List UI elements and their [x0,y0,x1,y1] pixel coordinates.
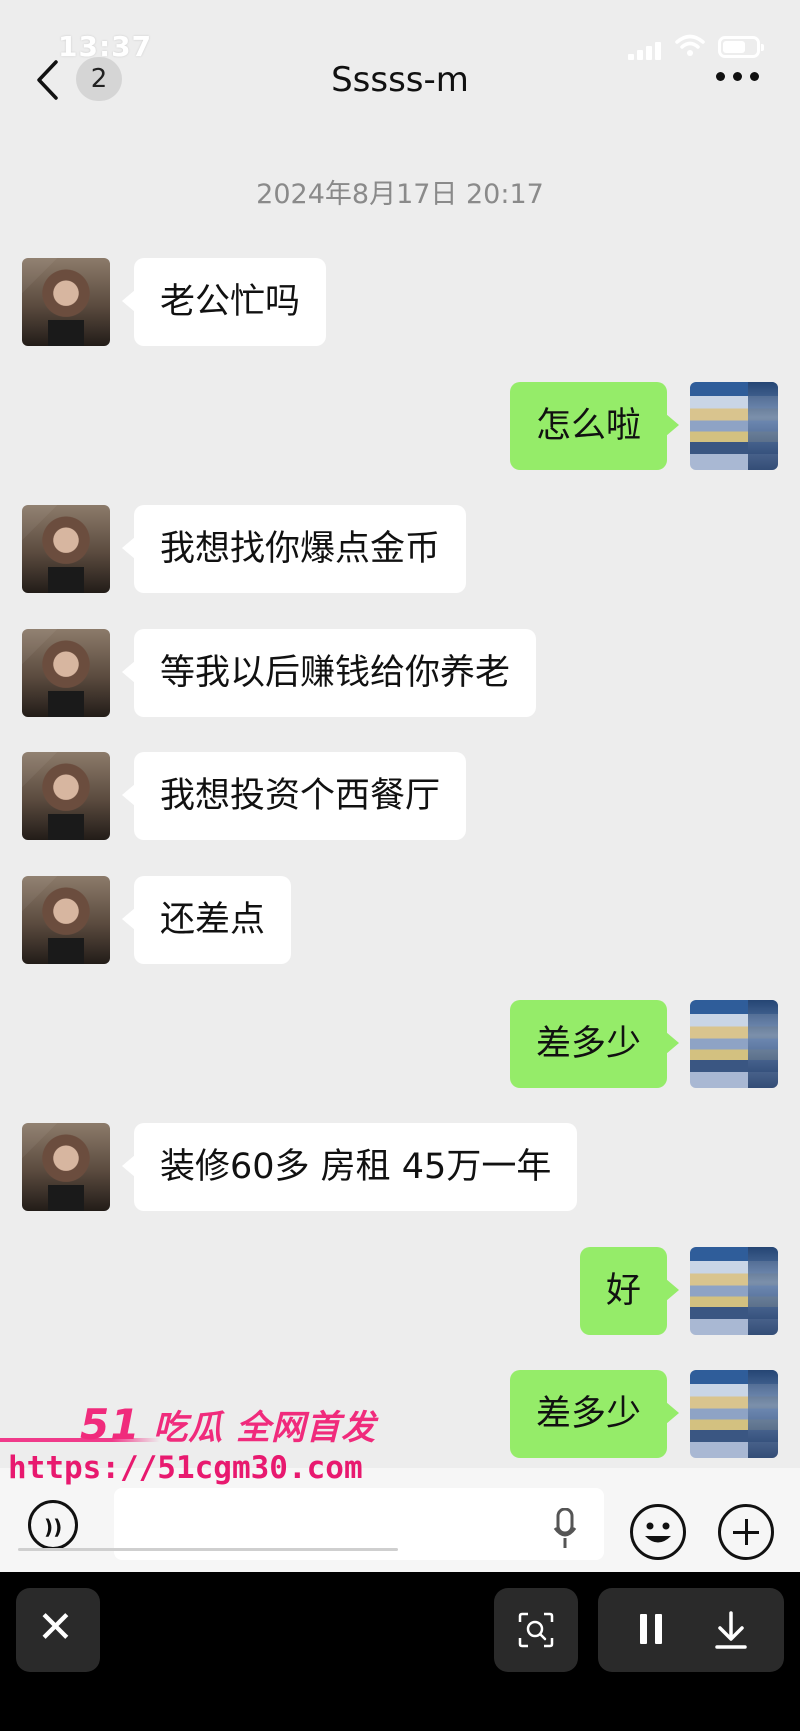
message-bubble[interactable]: 还差点 [121,876,292,964]
pause-icon[interactable] [640,1614,664,1644]
message-bubble[interactable]: 差多少 [509,1370,680,1458]
message-row: 怎么啦 [0,382,800,472]
watermark-number: 51 [80,1400,141,1449]
avatar[interactable] [22,505,110,593]
plus-icon[interactable] [718,1504,774,1560]
message-row: 好 [0,1247,800,1337]
emoji-icon[interactable] [630,1504,686,1560]
lens-icon [518,1612,554,1648]
message-bubble[interactable]: 好 [579,1247,680,1335]
battery-icon [718,36,764,58]
avatar[interactable] [690,1000,778,1088]
avatar[interactable] [22,752,110,840]
watermark-title: 51 吃瓜 全网首发 [80,1400,376,1449]
message-bubble[interactable]: 老公忙吗 [121,258,327,346]
message-row: 我想找你爆点金币 [0,505,800,595]
avatar[interactable] [690,1370,778,1458]
message-bubble[interactable]: 我想投资个西餐厅 [121,752,467,840]
avatar[interactable] [690,1247,778,1335]
voice-icon[interactable]: )) [28,1500,78,1550]
signal-icon [628,40,662,60]
wifi-icon [675,34,705,56]
message-bubble[interactable]: 怎么啦 [509,382,680,470]
watermark-text: 吃瓜 全网首发 [153,1408,377,1448]
message-bubble[interactable]: 装修60多 房租 45万一年 [121,1123,578,1211]
date-divider: 2024年8月17日 20:17 [256,179,544,210]
lens-button[interactable] [494,1588,578,1672]
message-row: 还差点 [0,876,800,966]
message-row: 等我以后赚钱给你养老 [0,629,800,719]
playback-controls [598,1588,784,1672]
avatar[interactable] [22,1123,110,1211]
message-row: 差多少 [0,1000,800,1090]
close-icon: ✕ [37,1602,74,1653]
avatar[interactable] [22,258,110,346]
watermark-url: https://51cgm30.com [8,1450,363,1486]
more-dots-icon[interactable] [716,72,760,84]
avatar[interactable] [22,876,110,964]
avatar[interactable] [22,629,110,717]
message-bubble[interactable]: 差多少 [509,1000,680,1088]
message-row: 装修60多 房租 45万一年 [0,1123,800,1213]
message-bubble[interactable]: 等我以后赚钱给你养老 [121,629,537,717]
playback-progress [18,1548,398,1551]
mic-icon[interactable] [553,1508,577,1550]
message-bubble[interactable]: 我想找你爆点金币 [121,505,467,593]
close-button[interactable]: ✕ [16,1588,100,1672]
message-row: 老公忙吗 [0,258,800,348]
download-icon[interactable] [714,1610,748,1650]
message-row: 我想投资个西餐厅 [0,752,800,842]
chat-title: Sssss-m [331,60,469,100]
avatar[interactable] [690,382,778,470]
